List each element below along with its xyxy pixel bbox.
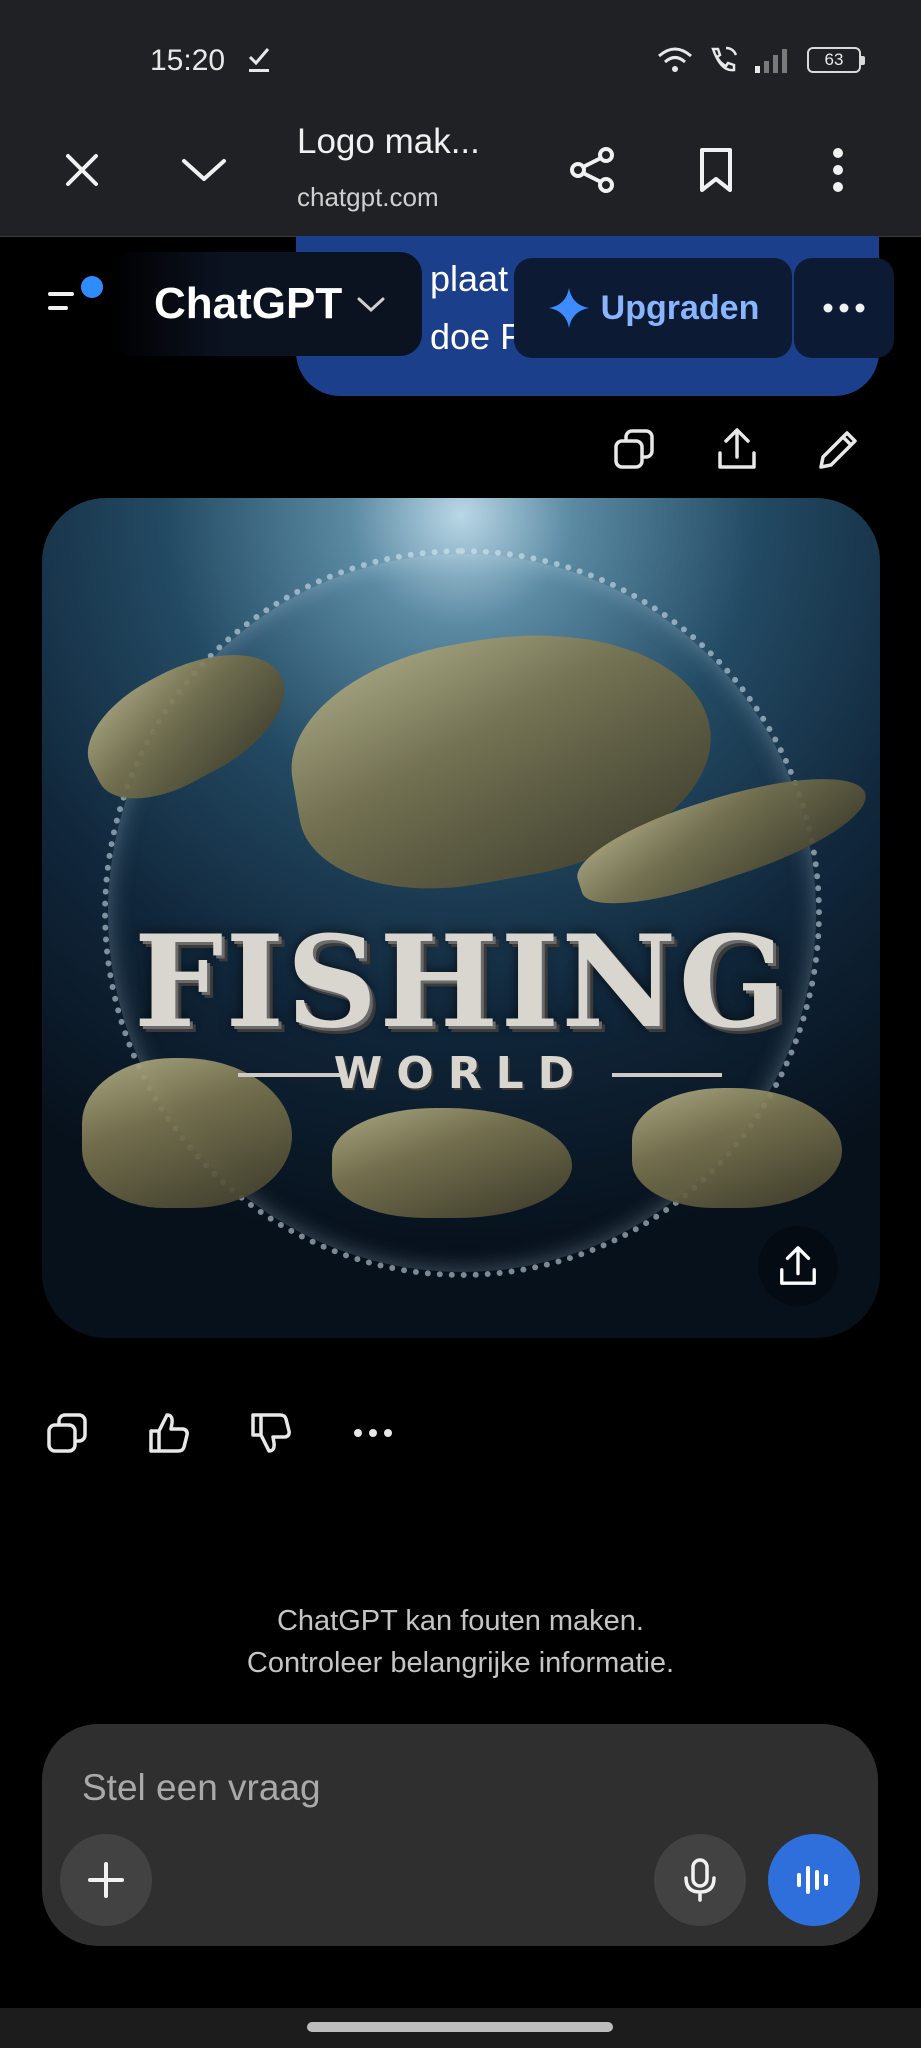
chevron-down-icon bbox=[182, 159, 226, 181]
more-horiz-icon bbox=[823, 303, 865, 313]
menu-icon bbox=[48, 292, 74, 310]
pencil-icon bbox=[819, 431, 857, 469]
battery-icon: 63 bbox=[807, 47, 865, 73]
copy-icon bbox=[614, 429, 654, 469]
voice-waveform-icon bbox=[797, 1866, 828, 1894]
dictate-button[interactable] bbox=[654, 1834, 746, 1926]
logo-divider bbox=[612, 1073, 722, 1077]
response-actions bbox=[0, 1408, 921, 1458]
home-gesture-handle[interactable] bbox=[307, 2022, 613, 2032]
thumbs-up-icon bbox=[149, 1413, 189, 1453]
brand-label: ChatGPT bbox=[154, 279, 343, 328]
edit-message-button[interactable] bbox=[814, 424, 864, 474]
share-icon bbox=[570, 147, 614, 193]
app-header: ChatGPT Upgraden bbox=[0, 246, 921, 366]
upgrade-button[interactable]: Upgraden bbox=[514, 258, 792, 358]
wifi-calling-icon bbox=[711, 46, 738, 72]
thumbs-down-icon bbox=[251, 1413, 291, 1453]
generated-image[interactable]: FISHING WORLD bbox=[42, 498, 880, 1338]
upload-icon bbox=[780, 1246, 816, 1285]
browser-toolbar: Logo mak... chatgpt.com bbox=[0, 110, 921, 236]
sidebar-menu-button[interactable] bbox=[46, 276, 106, 326]
system-navigation-bar bbox=[0, 2008, 921, 2048]
close-icon bbox=[66, 154, 98, 186]
logo-title: FISHING bbox=[133, 908, 789, 1056]
user-message-actions bbox=[0, 424, 921, 474]
page-title[interactable]: Logo mak... bbox=[297, 122, 480, 162]
upload-icon bbox=[718, 428, 756, 469]
composer bbox=[42, 1724, 878, 1946]
logo-subtitle: WORLD bbox=[333, 1048, 589, 1099]
upgrade-label: Upgraden bbox=[600, 288, 760, 327]
plus-icon bbox=[88, 1862, 124, 1898]
bad-response-button[interactable] bbox=[246, 1408, 296, 1458]
share-page-button[interactable] bbox=[561, 138, 625, 202]
share-message-button[interactable] bbox=[712, 424, 762, 474]
browser-chrome: 15:20 63 Logo mak... chatgpt.com bbox=[0, 0, 921, 236]
more-response-options-button[interactable] bbox=[348, 1408, 398, 1458]
good-response-button[interactable] bbox=[144, 1408, 194, 1458]
notification-dot bbox=[81, 276, 103, 298]
bookmark-button[interactable] bbox=[684, 138, 748, 202]
browser-menu-button[interactable] bbox=[806, 138, 870, 202]
minimize-tab-button[interactable] bbox=[172, 138, 236, 202]
wifi-icon bbox=[658, 47, 692, 72]
share-image-button[interactable] bbox=[758, 1226, 838, 1306]
disclaimer-line: ChatGPT kan fouten maken. bbox=[276, 1605, 644, 1637]
prompt-input[interactable] bbox=[82, 1758, 782, 1818]
copy-icon bbox=[47, 1413, 87, 1453]
status-bar: 15:20 63 bbox=[0, 0, 921, 120]
microphone-icon bbox=[684, 1858, 716, 1902]
status-icons: 63 bbox=[657, 44, 865, 76]
download-done-icon bbox=[248, 48, 270, 72]
page-url[interactable]: chatgpt.com bbox=[297, 182, 439, 213]
sparkle-icon bbox=[548, 288, 589, 328]
attach-button[interactable] bbox=[60, 1834, 152, 1926]
chevron-down-icon bbox=[357, 297, 385, 313]
voice-mode-button[interactable] bbox=[768, 1834, 860, 1926]
more-horiz-icon bbox=[354, 1429, 392, 1437]
more-options-button[interactable] bbox=[794, 258, 894, 358]
model-selector[interactable]: ChatGPT bbox=[112, 252, 422, 356]
signal-icon bbox=[755, 49, 787, 73]
disclaimer-line: Controleer belangrijke informatie. bbox=[246, 1647, 675, 1679]
fish-illustration bbox=[332, 1108, 572, 1218]
status-time: 15:20 bbox=[150, 44, 226, 77]
fish-illustration bbox=[632, 1088, 842, 1208]
close-tab-button[interactable] bbox=[50, 138, 114, 202]
more-vert-icon bbox=[833, 148, 843, 192]
copy-response-button[interactable] bbox=[42, 1408, 92, 1458]
copy-message-button[interactable] bbox=[609, 424, 659, 474]
disclaimer: ChatGPT kan fouten maken. Controleer bel… bbox=[0, 1600, 921, 1684]
bookmark-icon bbox=[700, 148, 732, 192]
